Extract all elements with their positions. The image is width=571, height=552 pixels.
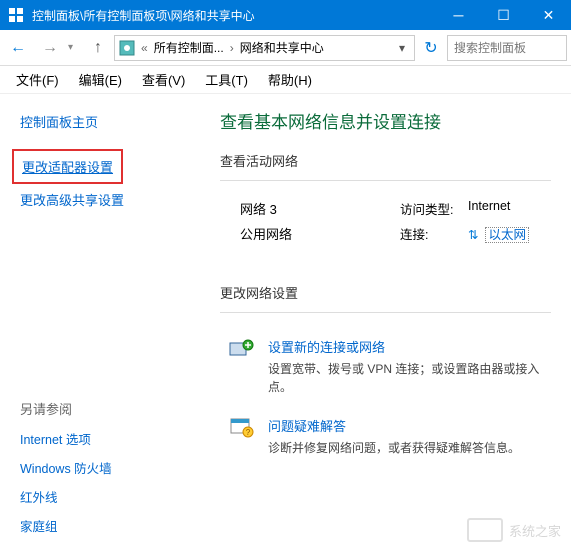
setup-connection-title: 设置新的连接或网络 [268,337,545,356]
setup-connection-item[interactable]: 设置新的连接或网络 设置宽带、拨号或 VPN 连接；或设置路由器或接入点。 [220,327,551,406]
forward-button[interactable]: → [36,34,64,62]
network-entry: 网络 3 公用网络 访问类型: Internet 连接: ⇅ 以太网 [220,195,551,253]
chevron-icon: « [137,41,152,55]
connection-label: 连接: [400,224,460,243]
network-name: 网络 3 [240,199,400,218]
troubleshoot-item[interactable]: ? 问题疑难解答 诊断并修复网络问题，或者获得疑难解答信息。 [220,406,551,467]
setup-connection-icon [226,337,258,365]
titlebar: 控制面板\所有控制面板项\网络和共享中心 ─ ☐ ✕ [0,0,571,30]
active-networks-label: 查看活动网络 [220,151,551,170]
close-button[interactable]: ✕ [526,0,571,30]
maximize-button[interactable]: ☐ [481,0,526,30]
menu-edit[interactable]: 编辑(E) [71,68,130,91]
change-settings-label: 更改网络设置 [220,283,551,302]
sidebar-see-also-label: 另请参阅 [20,393,200,424]
navbar: ← → ▾ ↑ « 所有控制面... › 网络和共享中心 ▾ ↻ 搜索控制面板 [0,30,571,66]
sidebar-item-infrared[interactable]: 红外线 [20,482,200,511]
minimize-button[interactable]: ─ [436,0,481,30]
menu-tools[interactable]: 工具(T) [197,68,256,91]
troubleshoot-desc: 诊断并修复网络问题，或者获得疑难解答信息。 [268,439,545,457]
sidebar-item-internet[interactable]: Internet 选项 [20,424,200,453]
troubleshoot-icon: ? [226,416,258,444]
svg-text:?: ? [246,428,251,437]
sidebar-adapter-settings[interactable]: 更改适配器设置 [12,149,123,184]
troubleshoot-title: 问题疑难解答 [268,416,545,435]
access-type-label: 访问类型: [400,199,460,218]
sidebar: 控制面板主页 更改适配器设置 更改高级共享设置 另请参阅 Internet 选项… [0,94,200,552]
menubar: 文件(F) 编辑(E) 查看(V) 工具(T) 帮助(H) [0,66,571,94]
menu-file[interactable]: 文件(F) [8,68,67,91]
main-panel: 查看基本网络信息并设置连接 查看活动网络 网络 3 公用网络 访问类型: Int… [200,94,571,552]
access-type-value: Internet [468,199,510,218]
search-placeholder: 搜索控制面板 [454,39,526,56]
page-title: 查看基本网络信息并设置连接 [220,108,551,133]
window-title: 控制面板\所有控制面板项\网络和共享中心 [32,7,436,24]
breadcrumb[interactable]: « 所有控制面... › 网络和共享中心 ▾ [114,35,415,61]
breadcrumb-item[interactable]: 所有控制面... [154,39,224,56]
watermark-text: 系统之家 [509,521,561,540]
sidebar-advanced-sharing[interactable]: 更改高级共享设置 [20,184,200,215]
watermark-logo-icon [467,518,503,542]
menu-view[interactable]: 查看(V) [134,68,193,91]
setup-connection-desc: 设置宽带、拨号或 VPN 连接；或设置路由器或接入点。 [268,360,545,396]
watermark: 系统之家 [467,518,561,542]
back-button[interactable]: ← [4,34,32,62]
up-button[interactable]: ↑ [86,36,110,60]
network-type: 公用网络 [240,224,400,243]
history-dropdown[interactable]: ▾ [68,42,82,53]
connection-link[interactable]: 以太网 [485,227,529,243]
control-panel-icon [119,40,135,56]
breadcrumb-item[interactable]: 网络和共享中心 [240,39,324,56]
sidebar-item-homegroup[interactable]: 家庭组 [20,511,200,540]
search-input[interactable]: 搜索控制面板 [447,35,567,61]
chevron-right-icon: › [226,41,238,55]
app-icon [8,7,24,23]
breadcrumb-dropdown[interactable]: ▾ [394,41,410,55]
menu-help[interactable]: 帮助(H) [260,68,320,91]
ethernet-icon: ⇅ [468,227,482,242]
refresh-button[interactable]: ↻ [419,36,443,60]
sidebar-home[interactable]: 控制面板主页 [20,106,200,137]
sidebar-item-firewall[interactable]: Windows 防火墙 [20,453,200,482]
